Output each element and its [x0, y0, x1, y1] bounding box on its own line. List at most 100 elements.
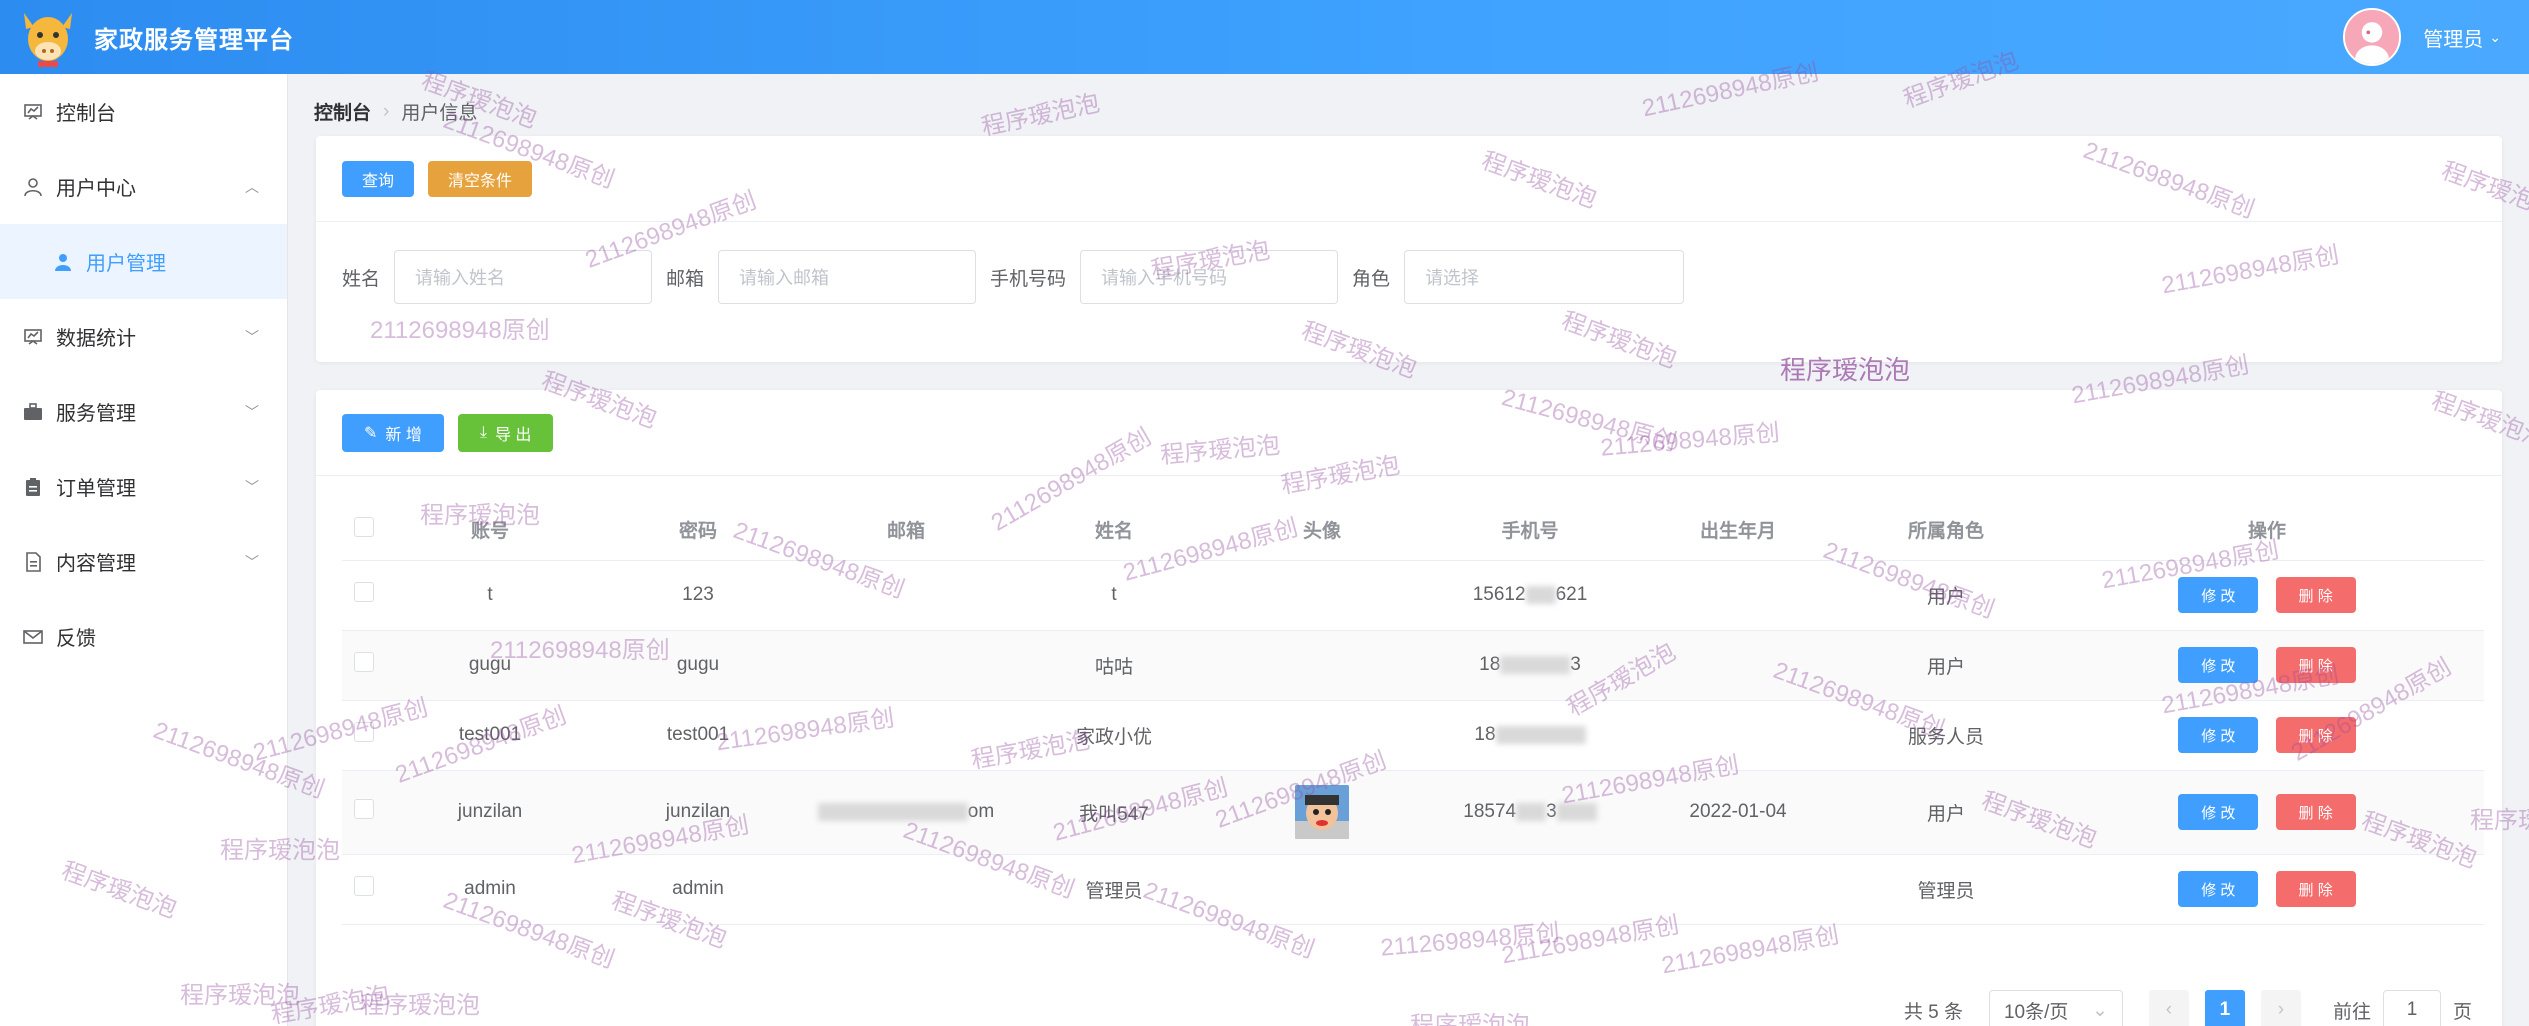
- search-card: 查询 清空条件 姓名 请输入姓名 邮箱 请输入邮箱 手机号码 请输入手机号码 角…: [316, 136, 2502, 362]
- delete-button[interactable]: 删 除: [2275, 794, 2356, 830]
- goto-page-input[interactable]: 1: [2382, 990, 2441, 1026]
- cell-password: test001: [594, 700, 802, 771]
- clear-conditions-button[interactable]: 清空条件: [428, 160, 533, 197]
- user-icon: [22, 176, 44, 198]
- breadcrumb-home[interactable]: 控制台: [314, 98, 371, 125]
- sidebar-item-content[interactable]: 内容管理 ﹀: [0, 524, 287, 599]
- role-select[interactable]: 请选择: [1404, 250, 1685, 304]
- prev-page-button[interactable]: ‹: [2148, 990, 2189, 1026]
- header-role: 所属角色: [1842, 500, 2050, 561]
- phone-suffix: 3: [1570, 654, 1581, 675]
- email-input[interactable]: 请输入邮箱: [718, 250, 977, 304]
- sidebar-item-label: 控制台: [56, 103, 116, 125]
- row-checkbox[interactable]: [354, 582, 374, 602]
- chevron-down-icon: ﹀: [245, 328, 259, 345]
- cell-birth: 2022-01-04: [1634, 770, 1842, 855]
- goto-label: 前往: [2332, 1001, 2371, 1023]
- cell-avatar: [1218, 770, 1426, 855]
- page-size-select[interactable]: 10条/页 ⌄: [1988, 990, 2123, 1026]
- table-row: test001 test001 家政小优 18 服务人员 修 改 删 除: [342, 700, 2484, 771]
- chevron-down-icon: ﹀: [245, 478, 259, 495]
- page-number-button[interactable]: 1: [2204, 990, 2245, 1026]
- row-checkbox[interactable]: [354, 652, 374, 672]
- table-row: t 123 t 15612 621 用户 修 改 删 除: [342, 560, 2484, 631]
- cell-email: [802, 854, 1010, 925]
- edit-button[interactable]: 修 改: [2178, 577, 2259, 613]
- cell-phone: 18: [1426, 700, 1634, 771]
- download-icon: ⤓: [479, 423, 487, 441]
- edit-button[interactable]: 修 改: [2178, 647, 2259, 683]
- email-label: 邮箱: [666, 268, 705, 290]
- cell-phone: 18 3: [1426, 630, 1634, 701]
- phone-redaction: [1500, 655, 1571, 674]
- header-phone: 手机号: [1426, 500, 1634, 561]
- chevron-down-icon: ⌄: [2092, 999, 2108, 1021]
- delete-button[interactable]: 删 除: [2275, 577, 2356, 613]
- sidebar-item-feedback[interactable]: 反馈: [0, 599, 287, 674]
- breadcrumb: 控制台 › 用户信息: [314, 98, 477, 125]
- name-input[interactable]: 请输入姓名: [394, 250, 653, 304]
- cell-role: 用户: [1842, 770, 2050, 855]
- cell-birth: [1634, 700, 1842, 771]
- cell-phone: [1426, 854, 1634, 925]
- cell-account: test001: [386, 700, 594, 771]
- phone-input[interactable]: 请输入手机号码: [1080, 250, 1339, 304]
- chevron-up-icon: ︿: [245, 178, 259, 195]
- pagination: 共 5 条 10条/页 ⌄ ‹ 1 › 前往 1 页: [1904, 990, 2472, 1026]
- app-title: 家政服务管理平台: [94, 26, 294, 54]
- cell-password: junzilan: [594, 770, 802, 855]
- add-button[interactable]: ✎ 新 增: [342, 413, 444, 452]
- delete-button[interactable]: 删 除: [2275, 871, 2356, 907]
- sidebar-item-dashboard[interactable]: 控制台: [0, 74, 287, 149]
- phone-prefix: 18574: [1463, 801, 1517, 822]
- person-icon: [52, 251, 74, 273]
- query-button[interactable]: 查询: [342, 160, 415, 197]
- clipboard-icon: [22, 476, 44, 498]
- cell-email: [802, 560, 1010, 631]
- user-name[interactable]: 管理员: [2423, 23, 2483, 52]
- delete-button[interactable]: 删 除: [2275, 717, 2356, 753]
- role-label: 角色: [1352, 268, 1391, 290]
- cell-account: gugu: [386, 630, 594, 701]
- header-account: 账号: [386, 500, 594, 561]
- cell-birth: [1634, 630, 1842, 701]
- cell-role: 管理员: [1842, 854, 2050, 925]
- logo-icon: [16, 5, 80, 69]
- cell-account: admin: [386, 854, 594, 925]
- cell-avatar: [1218, 630, 1426, 701]
- header-name: 姓名: [1010, 500, 1218, 561]
- row-checkbox[interactable]: [354, 722, 374, 742]
- select-all-checkbox[interactable]: [354, 516, 374, 537]
- breadcrumb-current: 用户信息: [401, 103, 478, 124]
- edit-button[interactable]: 修 改: [2178, 871, 2259, 907]
- sidebar-item-user-center[interactable]: 用户中心 ︿: [0, 149, 287, 224]
- sidebar-item-label: 服务管理: [56, 403, 136, 425]
- page-size-value: 10条/页: [2003, 1001, 2069, 1023]
- avatar-image: [1295, 785, 1349, 839]
- cell-name: 咕咕: [1010, 630, 1218, 701]
- cell-name: t: [1010, 560, 1218, 631]
- cell-birth: [1634, 560, 1842, 631]
- user-avatar[interactable]: [2343, 8, 2402, 66]
- cell-email: [802, 630, 1010, 701]
- cell-account: t: [386, 560, 594, 631]
- sidebar-item-orders[interactable]: 订单管理 ﹀: [0, 449, 287, 524]
- delete-button[interactable]: 删 除: [2275, 647, 2356, 683]
- sidebar-item-user-management[interactable]: 用户管理: [0, 224, 287, 299]
- chevron-down-icon: ﹀: [245, 403, 259, 420]
- row-checkbox[interactable]: [354, 876, 374, 896]
- edit-button[interactable]: 修 改: [2178, 794, 2259, 830]
- next-page-button[interactable]: ›: [2260, 990, 2301, 1026]
- cell-account: junzilan: [386, 770, 594, 855]
- chevron-down-icon[interactable]: ⌄: [2489, 29, 2501, 46]
- header-birth: 出生年月: [1634, 500, 1842, 561]
- sidebar-item-services[interactable]: 服务管理 ﹀: [0, 374, 287, 449]
- row-checkbox[interactable]: [354, 799, 374, 819]
- edit-button[interactable]: 修 改: [2178, 717, 2259, 753]
- name-label: 姓名: [342, 268, 381, 290]
- sidebar-item-statistics[interactable]: 数据统计 ﹀: [0, 299, 287, 374]
- export-button[interactable]: ⤓ 导 出: [457, 413, 554, 452]
- cell-name: 管理员: [1010, 854, 1218, 925]
- page-suffix: 页: [2452, 1001, 2472, 1023]
- phone-redaction: [1495, 725, 1586, 744]
